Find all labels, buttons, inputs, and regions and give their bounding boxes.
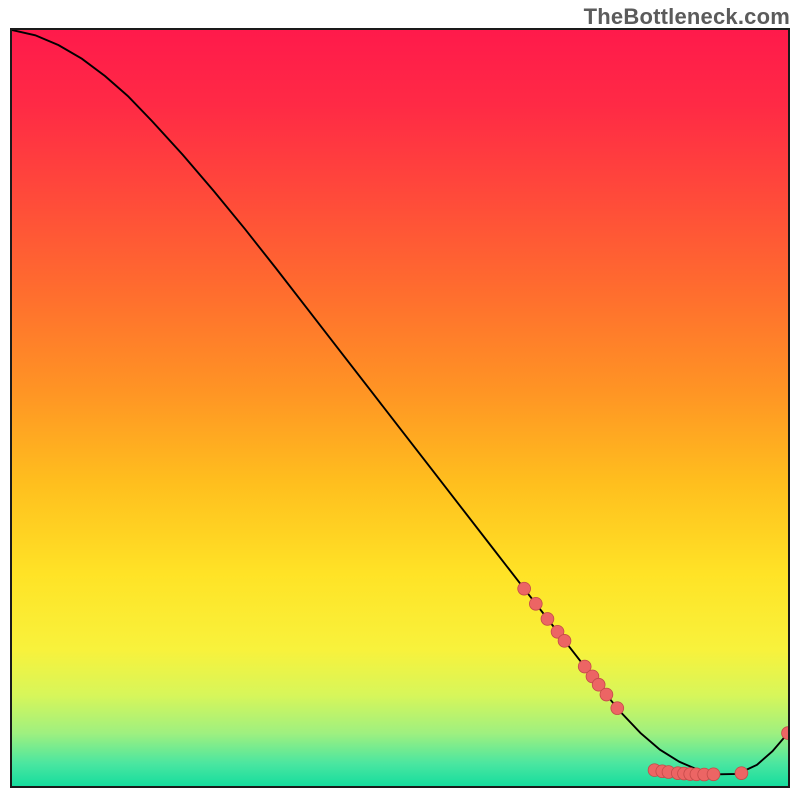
bottleneck-curve: [12, 30, 788, 774]
curve-marker: [782, 727, 790, 740]
watermark-text: TheBottleneck.com: [584, 4, 790, 30]
curve-marker: [707, 768, 720, 781]
curve-marker: [529, 597, 542, 610]
curve-marker: [611, 702, 624, 715]
curve-marker: [518, 582, 531, 595]
curve-marker: [600, 688, 613, 701]
curve-marker: [558, 634, 571, 647]
curve-marker: [541, 613, 554, 626]
chart-container: TheBottleneck.com: [0, 0, 800, 800]
curve-markers: [518, 582, 790, 781]
plot-area: [10, 28, 790, 788]
curve-marker: [735, 767, 748, 780]
curve-overlay: [12, 30, 788, 786]
